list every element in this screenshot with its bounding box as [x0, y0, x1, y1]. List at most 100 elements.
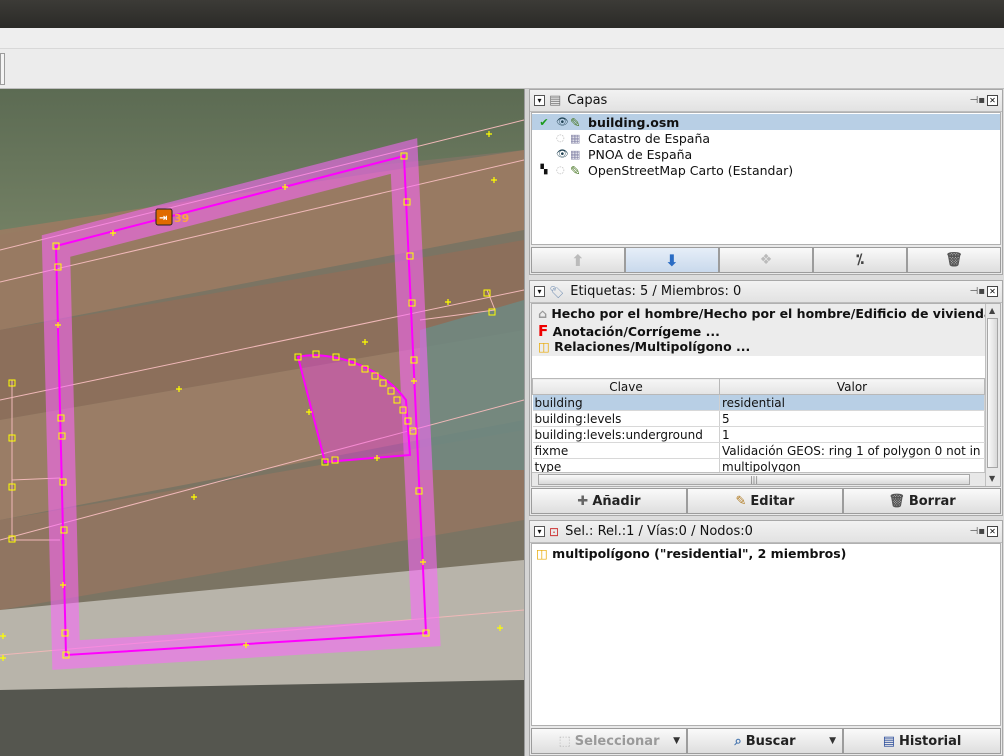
- tag-table-area: Clave Valor building residential building:…: [532, 378, 987, 486]
- table-row[interactable]: building:levels 5: [532, 410, 985, 427]
- tag-key[interactable]: building: [532, 394, 720, 411]
- preset-link[interactable]: ◫ Relaciones/Multipolígono ...: [538, 339, 750, 354]
- select-button[interactable]: ⬚ Seleccionar ▼: [531, 728, 687, 754]
- tag-key[interactable]: fixme: [532, 442, 720, 459]
- layers-panel: ▾ ▤ Capas ⊣▪ ✕ ✔ 👁 ✎ building.osm ◌ ▦ Ca…: [529, 89, 1003, 275]
- tag-value[interactable]: Validación GEOS: ring 1 of polygon 0 not…: [719, 442, 985, 459]
- visibility-eye-icon[interactable]: 👁: [556, 117, 570, 128]
- toolbar: [0, 49, 1004, 89]
- layers-panel-header: ▾ ▤ Capas ⊣▪ ✕: [530, 90, 1002, 112]
- layer-name: PNOA de España: [588, 146, 693, 162]
- close-icon[interactable]: ✕: [987, 286, 998, 297]
- pin-icon[interactable]: ⊣▪: [970, 526, 986, 537]
- tag-key[interactable]: building:levels: [532, 410, 720, 427]
- selection-list[interactable]: ◫ multipolígono ("residential", 2 miembr…: [531, 543, 1001, 726]
- visibility-eye-icon[interactable]: 👁: [556, 149, 570, 160]
- tag-table: Clave Valor building residential building:…: [532, 378, 985, 475]
- tags-panel-header: ▾ 🏷 Etiquetas: 5 / Miembros: 0 ⊣▪ ✕: [530, 281, 1002, 303]
- tag-value[interactable]: 1: [719, 426, 985, 443]
- merge-button[interactable]: ❖: [719, 247, 813, 273]
- search-icon: ⌕: [734, 733, 742, 749]
- selection-panel-header: ▾ ⊡ Sel.: Rel.:1 / Vías:0 / Nodos:0 ⊣▪ ✕: [530, 521, 1002, 543]
- pin-icon[interactable]: ⊣▪: [970, 95, 986, 106]
- column-header-key[interactable]: Clave: [532, 378, 720, 395]
- selection-panel: ▾ ⊡ Sel.: Rel.:1 / Vías:0 / Nodos:0 ⊣▪ ✕…: [529, 520, 1003, 756]
- courtyard-area: [420, 300, 524, 470]
- tag-value[interactable]: 5: [719, 410, 985, 427]
- preset-link[interactable]: F Anotación/Corrígeme ...: [538, 322, 720, 340]
- node-count-badge: 39: [174, 212, 189, 225]
- map-canvas[interactable]: ⇥ 39: [0, 89, 524, 756]
- window-title-bar: [0, 0, 1004, 28]
- layer-name: Catastro de España: [588, 130, 711, 146]
- multipolygon-icon: ◫: [538, 339, 550, 354]
- house-icon: ⌂: [538, 306, 547, 321]
- table-row[interactable]: building residential: [532, 394, 985, 411]
- active-layer-check-icon[interactable]: ✔: [532, 116, 556, 129]
- collapse-icon[interactable]: ▾: [534, 526, 545, 537]
- close-icon[interactable]: ✕: [987, 95, 998, 106]
- pin-icon[interactable]: ⊣▪: [970, 286, 986, 297]
- layer-item-osm-carto[interactable]: ▚ ◌ ✎ OpenStreetMap Carto (Estandar): [532, 162, 1000, 178]
- menu-bar: [0, 28, 1004, 49]
- fixme-icon: F: [538, 322, 549, 340]
- dropdown-arrow-icon[interactable]: ▼: [673, 736, 680, 746]
- layer-item-catastro[interactable]: ◌ ▦ Catastro de España: [532, 130, 1000, 146]
- tags-panel: ▾ 🏷 Etiquetas: 5 / Miembros: 0 ⊣▪ ✕ ⌂ He…: [529, 280, 1003, 516]
- table-row[interactable]: fixme Validación GEOS: ring 1 of polygon …: [532, 442, 985, 459]
- move-up-icon: ⬆: [571, 250, 585, 270]
- close-icon[interactable]: ✕: [987, 526, 998, 537]
- tag-buttons: ✚ Añadir ✎ Editar 🗑 Borrar: [531, 488, 1001, 514]
- street-area: [0, 680, 524, 756]
- scroll-up-icon[interactable]: ▲: [989, 306, 995, 315]
- opacity-button[interactable]: ⁒: [813, 247, 907, 273]
- tag-key[interactable]: building:levels:underground: [532, 426, 720, 443]
- collapse-icon[interactable]: ▾: [534, 95, 545, 106]
- merge-icon: ❖: [759, 252, 773, 268]
- selection-buttons: ⬚ Seleccionar ▼ ⌕ Buscar ▼ ▤ Historial: [531, 728, 1001, 754]
- delete-layer-button[interactable]: 🗑: [907, 247, 1001, 273]
- edit-icon: ✎: [735, 493, 747, 509]
- toolbar-field[interactable]: [0, 53, 5, 85]
- layer-item-pnoa[interactable]: 👁 ▦ PNOA de España: [532, 146, 1000, 162]
- table-row[interactable]: building:levels:underground 1: [532, 426, 985, 443]
- move-up-button[interactable]: ⬆: [531, 247, 625, 273]
- selection-list-icon: ⊡: [549, 524, 560, 539]
- history-button[interactable]: ▤ Historial: [843, 728, 1001, 754]
- vertical-scrollbar[interactable]: ▲ ▼: [985, 304, 1000, 486]
- plus-icon: ✚: [577, 493, 589, 509]
- tag-value[interactable]: residential: [719, 394, 985, 411]
- imagery-layer-icon: ✎: [570, 162, 581, 178]
- layer-item-building-osm[interactable]: ✔ 👁 ✎ building.osm: [532, 114, 1000, 130]
- horizontal-scrollbar[interactable]: |||: [532, 472, 987, 486]
- edit-tag-button[interactable]: ✎ Editar: [687, 488, 843, 514]
- preset-link[interactable]: ⌂ Hecho por el hombre/Hecho por el hombr…: [538, 306, 987, 321]
- preset-list: ⌂ Hecho por el hombre/Hecho por el hombr…: [532, 304, 987, 356]
- scroll-down-icon[interactable]: ▼: [989, 474, 995, 483]
- visibility-eye-icon[interactable]: ◌: [556, 165, 570, 176]
- move-down-button[interactable]: ⬇: [625, 247, 719, 273]
- column-header-value[interactable]: Valor: [719, 378, 985, 395]
- layer-name: building.osm: [588, 114, 680, 130]
- layers-panel-title: Capas: [567, 93, 608, 108]
- layer-name: OpenStreetMap Carto (Estandar): [588, 162, 794, 178]
- background-layer-icon: ▚: [540, 165, 548, 175]
- visibility-eye-icon[interactable]: ◌: [556, 133, 570, 144]
- search-button[interactable]: ⌕ Buscar ▼: [687, 728, 843, 754]
- imagery-layer-icon: ▦: [570, 147, 581, 161]
- list-item[interactable]: ◫ multipolígono ("residential", 2 miembr…: [536, 546, 846, 561]
- layer-list[interactable]: ✔ 👁 ✎ building.osm ◌ ▦ Catastro de Españ…: [531, 112, 1001, 245]
- add-tag-button[interactable]: ✚ Añadir: [531, 488, 687, 514]
- map-view[interactable]: ⇥ 39: [0, 89, 524, 756]
- scrollbar-thumb[interactable]: |||: [538, 474, 970, 485]
- dropdown-arrow-icon[interactable]: ▼: [829, 736, 836, 746]
- collapse-icon[interactable]: ▾: [534, 286, 545, 297]
- scrollbar-thumb[interactable]: [987, 318, 998, 468]
- delete-icon: 🗑: [888, 493, 905, 509]
- move-down-icon: ⬇: [665, 250, 679, 270]
- multipolygon-icon: ◫: [536, 546, 548, 561]
- select-icon: ⬚: [558, 733, 571, 749]
- selection-panel-title: Sel.: Rel.:1 / Vías:0 / Nodos:0: [565, 524, 753, 539]
- delete-tag-button[interactable]: 🗑 Borrar: [843, 488, 1001, 514]
- tags-content: ⌂ Hecho por el hombre/Hecho por el hombr…: [531, 303, 1001, 487]
